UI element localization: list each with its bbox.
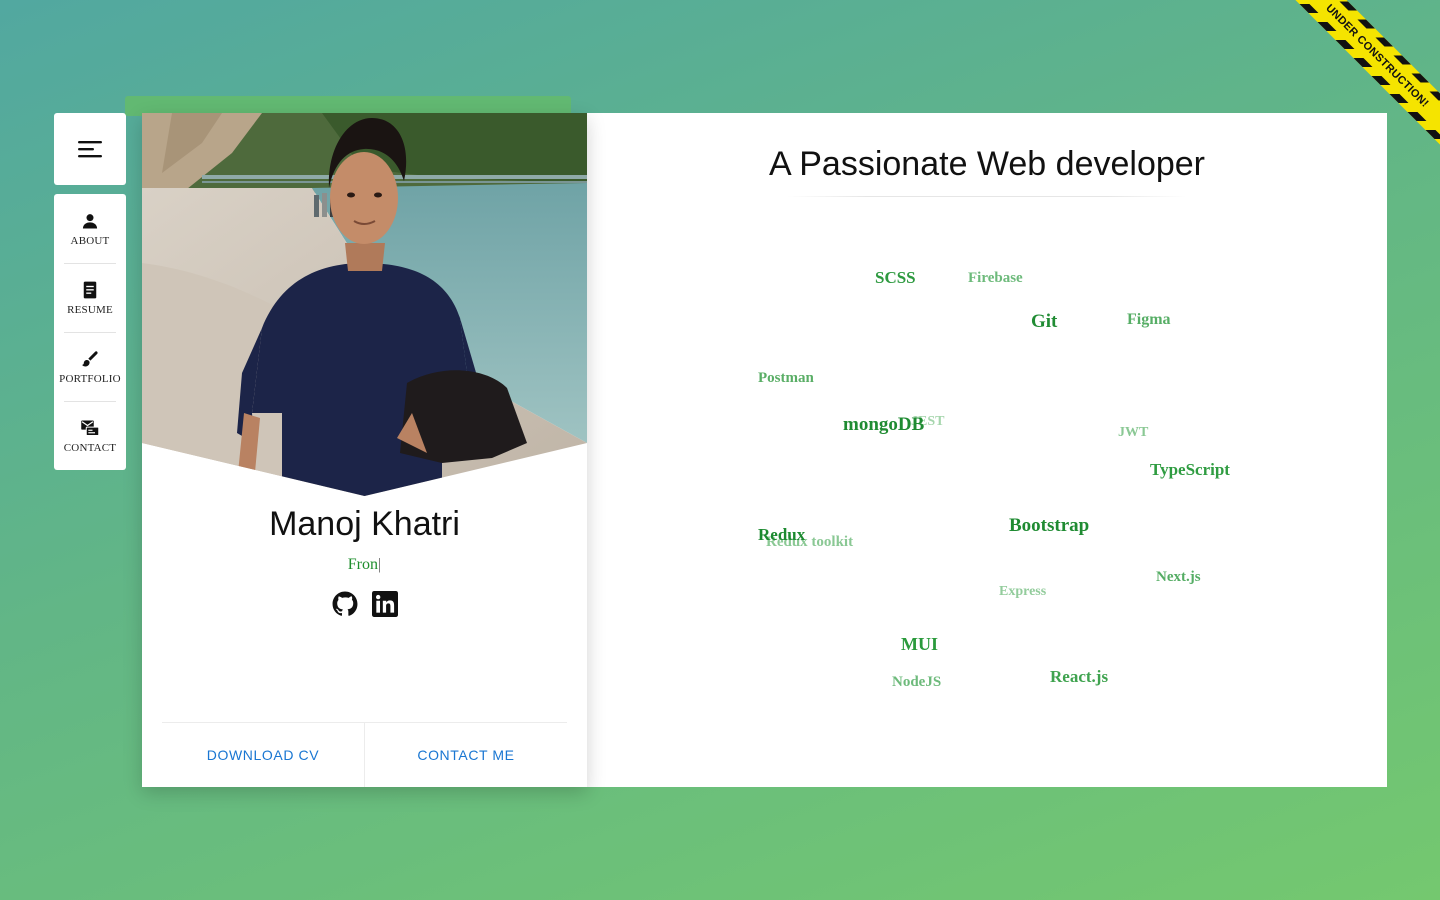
social-links	[142, 591, 587, 617]
skill-tag-bootstrap: Bootstrap	[1009, 515, 1090, 536]
headline-divider	[787, 196, 1187, 197]
role-typed-text: Fron	[347, 556, 379, 573]
typing-cursor: |	[378, 556, 382, 573]
skill-tag-postman: Postman	[758, 370, 814, 386]
document-icon	[83, 281, 97, 298]
github-icon[interactable]	[332, 591, 358, 617]
sidebar-item-label: RESUME	[67, 303, 113, 316]
person-icon	[82, 213, 98, 228]
menu-icon	[78, 141, 102, 158]
skill-tag-nextjs: Next.js	[1156, 569, 1201, 585]
content-panel: A Passionate Web developer SCSS Firebase…	[587, 113, 1387, 787]
download-cv-button[interactable]: DOWNLOAD CV	[162, 723, 364, 787]
sidebar-item-contact[interactable]: CONTACT	[54, 401, 126, 470]
skill-tag-figma: Figma	[1127, 311, 1171, 328]
profile-name: Manoj Khatri	[269, 505, 460, 543]
profile-card: Manoj Khatri Fron| DOWNLOAD CV CONTACT M…	[142, 113, 587, 787]
card-actions: DOWNLOAD CV CONTACT ME	[162, 722, 567, 787]
contact-mail-icon	[81, 420, 100, 436]
skill-tag-mongodb: mongoDB	[843, 414, 925, 435]
profile-photo	[142, 113, 587, 496]
skill-tag-firebase: Firebase	[968, 270, 1023, 286]
skill-tag-express: Express	[999, 584, 1047, 599]
skill-tag-jwt: JWT	[1118, 425, 1149, 440]
sidebar-item-resume[interactable]: RESUME	[54, 263, 126, 332]
sidebar-item-label: CONTACT	[63, 441, 117, 454]
sidebar-item-label: PORTFOLIO	[59, 372, 121, 385]
ribbon-text: UNDER CONSTRUCTION!	[1323, 2, 1431, 110]
contact-me-button[interactable]: CONTACT ME	[364, 723, 567, 787]
skill-tag-git: Git	[1031, 311, 1058, 332]
skill-tag-redux: Redux	[758, 525, 806, 544]
brush-icon	[82, 350, 98, 366]
menu-toggle-button[interactable]	[54, 113, 126, 185]
sidebar-item-about[interactable]: ABOUT	[54, 194, 126, 263]
sidebar-item-portfolio[interactable]: PORTFOLIO	[54, 332, 126, 401]
skill-tag-reactjs: React.js	[1050, 667, 1109, 686]
sidebar-nav: ABOUT RESUME PORTFOLIO CONTACT	[54, 194, 126, 470]
sidebar-item-label: ABOUT	[70, 234, 110, 247]
skill-tag-mui: MUI	[901, 634, 938, 654]
skill-tag-typescript: TypeScript	[1150, 460, 1230, 479]
profile-role-typewriter: Fron|	[142, 556, 587, 574]
linkedin-icon[interactable]	[371, 591, 398, 617]
page-headline: A Passionate Web developer	[769, 145, 1205, 183]
skill-tag-nodejs: NodeJS	[892, 674, 942, 690]
skill-tag-scss: SCSS	[875, 268, 916, 287]
